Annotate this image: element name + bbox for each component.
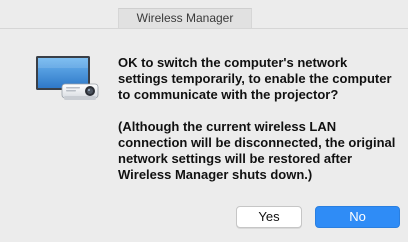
window-title: Wireless Manager bbox=[118, 8, 252, 28]
message-primary: OK to switch the computer's network sett… bbox=[118, 55, 392, 102]
alert-dialog: Wireless Manager OK to switch the comput… bbox=[0, 0, 408, 242]
title-bar[interactable]: Wireless Manager bbox=[0, 0, 408, 28]
message-secondary: (Although the current wireless LAN conne… bbox=[118, 119, 396, 182]
no-button[interactable]: No bbox=[315, 206, 400, 228]
projector-screen-icon bbox=[34, 54, 102, 106]
message-text: OK to switch the computer's network sett… bbox=[118, 55, 398, 183]
yes-button[interactable]: Yes bbox=[236, 206, 302, 228]
title-divider bbox=[0, 28, 408, 29]
